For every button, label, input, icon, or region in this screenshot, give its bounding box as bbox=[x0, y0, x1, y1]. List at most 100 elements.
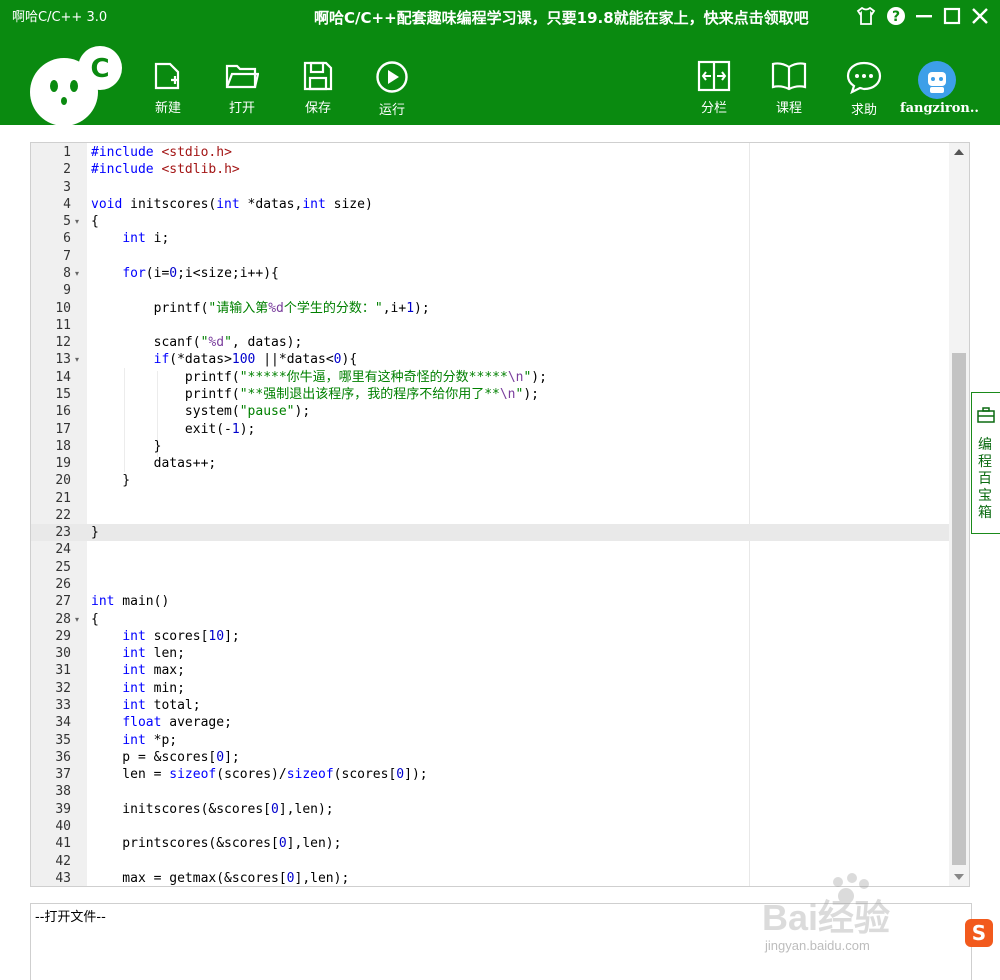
code-line[interactable]: 21 bbox=[31, 490, 949, 507]
code-line[interactable]: 41 printscores(&scores[0],len); bbox=[31, 835, 949, 852]
code-line[interactable]: 38 bbox=[31, 783, 949, 800]
code-line[interactable]: 36 p = &scores[0]; bbox=[31, 749, 949, 766]
code-line[interactable]: 39 initscores(&scores[0],len); bbox=[31, 801, 949, 818]
code-line[interactable]: 5 ▾ { bbox=[31, 213, 949, 230]
save-icon bbox=[303, 61, 333, 91]
avatar[interactable] bbox=[918, 61, 956, 99]
promo-banner[interactable]: 啊哈C/C++配套趣味编程学习课，只要19.8就能在家上，快来点击领取吧 bbox=[314, 7, 809, 28]
code-line[interactable]: 12 scanf("%d", datas); bbox=[31, 334, 949, 351]
book-icon bbox=[771, 62, 807, 91]
code-text: } bbox=[91, 438, 162, 454]
scroll-up-arrow-icon[interactable] bbox=[954, 149, 964, 155]
new-file-button[interactable]: 新建 bbox=[138, 60, 198, 120]
maximize-icon[interactable] bbox=[940, 4, 964, 28]
help-request-button[interactable]: 求助 bbox=[834, 60, 894, 120]
code-line[interactable]: 40 bbox=[31, 818, 949, 835]
code-line[interactable]: 25 bbox=[31, 559, 949, 576]
code-text: printf("请输入第%d个学生的分数：",i+1); bbox=[91, 300, 430, 316]
line-number: 33 bbox=[55, 698, 71, 713]
line-number: 6 bbox=[63, 231, 71, 247]
code-line[interactable]: 27 int main() bbox=[31, 593, 949, 610]
help-icon[interactable]: ? bbox=[884, 4, 908, 28]
code-line[interactable]: 23} bbox=[31, 524, 949, 541]
line-number: 37 bbox=[55, 767, 71, 783]
code-line[interactable]: 4 void initscores(int *datas,int size) bbox=[31, 196, 949, 213]
code-line[interactable]: 19 datas++; bbox=[31, 455, 949, 472]
close-icon[interactable] bbox=[968, 4, 992, 28]
code-line[interactable]: 3 bbox=[31, 179, 949, 196]
line-number: 15 bbox=[55, 386, 71, 402]
skin-icon[interactable] bbox=[854, 4, 878, 28]
fold-arrow-icon[interactable]: ▾ bbox=[75, 265, 79, 282]
fold-arrow-icon[interactable]: ▾ bbox=[75, 351, 79, 368]
line-number: 10 bbox=[55, 300, 71, 316]
line-number: 2 bbox=[63, 162, 71, 178]
toolbox-icon bbox=[977, 407, 995, 423]
code-text: float average; bbox=[122, 715, 232, 731]
code-line[interactable]: 1 #include <stdio.h> bbox=[31, 144, 949, 161]
line-number: 4 bbox=[63, 196, 71, 212]
code-line[interactable]: 17 exit(-1); bbox=[31, 421, 949, 438]
code-text: int main() bbox=[91, 594, 170, 610]
code-line[interactable]: 42 bbox=[31, 853, 949, 870]
code-text: #include <stdio.h> bbox=[91, 145, 232, 160]
scrollbar-thumb[interactable] bbox=[952, 353, 966, 865]
line-number: 39 bbox=[55, 801, 71, 817]
code-line[interactable]: 24 bbox=[31, 541, 949, 558]
code-line[interactable]: 31 int max; bbox=[31, 662, 949, 679]
code-line[interactable]: 18 } bbox=[31, 438, 949, 455]
code-line[interactable]: 35 int *p; bbox=[31, 732, 949, 749]
code-line[interactable]: 9 bbox=[31, 282, 949, 299]
vertical-scrollbar[interactable] bbox=[949, 143, 969, 886]
code-line[interactable]: 10 printf("请输入第%d个学生的分数：",i+1); bbox=[31, 300, 949, 317]
split-view-button[interactable]: 分栏 bbox=[684, 60, 744, 120]
code-text: p = &scores[0]; bbox=[91, 749, 240, 765]
code-line[interactable]: 32 int min; bbox=[31, 680, 949, 697]
code-text: for(i=0;i<size;i++){ bbox=[122, 265, 279, 281]
code-line[interactable]: 15 printf("**强制退出该程序，我的程序不给你用了**\n"); bbox=[31, 386, 949, 403]
line-number: 28 bbox=[55, 611, 71, 627]
code-line[interactable]: 11 bbox=[31, 317, 949, 334]
code-line[interactable]: 22 bbox=[31, 507, 949, 524]
fold-arrow-icon[interactable]: ▾ bbox=[75, 213, 79, 230]
line-number: 3 bbox=[63, 179, 71, 195]
code-line[interactable]: 13 ▾ if(*datas>100 ||*datas<0){ bbox=[31, 351, 949, 368]
code-text: #include <stdlib.h> bbox=[91, 162, 240, 178]
code-line[interactable]: 7 bbox=[31, 248, 949, 265]
line-number: 8 bbox=[63, 265, 71, 281]
code-line[interactable]: 34 float average; bbox=[31, 714, 949, 731]
code-line[interactable]: 37 len = sizeof(scores)/sizeof(scores[0]… bbox=[31, 766, 949, 783]
code-editor[interactable]: 1 #include <stdio.h> 2 #include <stdlib.h> 3… bbox=[30, 142, 970, 887]
open-file-button[interactable]: 打开 bbox=[212, 60, 272, 120]
code-line[interactable]: 14 printf("*****你牛逼，哪里有这种奇怪的分数*****\n"); bbox=[31, 369, 949, 386]
line-number: 26 bbox=[55, 577, 71, 593]
code-line[interactable]: 2 #include <stdlib.h> bbox=[31, 161, 949, 178]
code-line[interactable]: 28 ▾ { bbox=[31, 611, 949, 628]
code-line[interactable]: 29 int scores[10]; bbox=[31, 628, 949, 645]
code-text: } bbox=[91, 473, 131, 489]
save-button[interactable]: 保存 bbox=[288, 60, 348, 120]
code-line[interactable]: 8 ▾ for(i=0;i<size;i++){ bbox=[31, 265, 949, 282]
code-line[interactable]: 6 int i; bbox=[31, 230, 949, 247]
code-line[interactable]: 20 } bbox=[31, 472, 949, 489]
toolbox-side-tab[interactable]: 编程百宝箱 bbox=[971, 392, 1000, 534]
code-line[interactable]: 30 int len; bbox=[31, 645, 949, 662]
line-number: 1 bbox=[63, 145, 71, 160]
run-button[interactable]: 运行 bbox=[362, 60, 422, 120]
sogou-ime-icon[interactable]: S bbox=[964, 918, 994, 948]
line-number: 18 bbox=[55, 438, 71, 454]
line-number: 9 bbox=[63, 283, 71, 299]
minimize-icon[interactable] bbox=[912, 4, 936, 28]
course-button[interactable]: 课程 bbox=[759, 60, 819, 120]
fold-arrow-icon[interactable]: ▾ bbox=[75, 611, 79, 628]
code-text: int *p; bbox=[122, 732, 178, 748]
code-line[interactable]: 16 system("pause"); bbox=[31, 403, 949, 420]
line-number: 41 bbox=[55, 836, 71, 852]
new-file-icon bbox=[154, 62, 180, 90]
code-text: { bbox=[91, 611, 99, 627]
username[interactable]: fangziron... bbox=[900, 101, 980, 116]
code-line[interactable]: 33 int total; bbox=[31, 697, 949, 714]
code-text: datas++; bbox=[91, 456, 217, 472]
line-number: 17 bbox=[55, 421, 71, 437]
code-line[interactable]: 26 bbox=[31, 576, 949, 593]
